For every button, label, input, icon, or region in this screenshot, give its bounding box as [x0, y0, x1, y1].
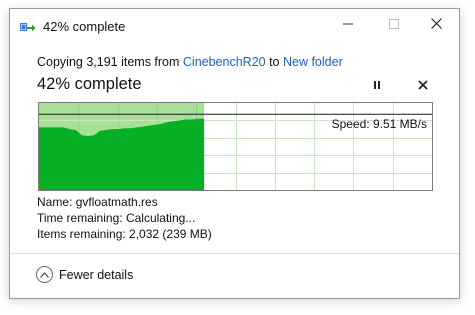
cancel-icon — [418, 77, 428, 95]
file-name-label: Name: — [37, 195, 73, 209]
speed-label: Speed: 9.51 MB/s — [331, 117, 427, 131]
speed-area — [39, 118, 205, 190]
items-remaining-value: 2,032 (239 MB) — [129, 227, 212, 241]
fewer-details-button[interactable]: Fewer details — [36, 266, 133, 283]
close-icon — [430, 16, 442, 34]
close-button[interactable] — [413, 9, 459, 41]
pause-icon — [372, 77, 382, 95]
chevron-up-icon — [36, 266, 53, 283]
destination-folder-link[interactable]: New folder — [283, 55, 343, 69]
copy-middle: to — [265, 55, 283, 69]
details-panel: Name: gvfloatmath.res Time remaining: Ca… — [37, 194, 212, 242]
minimize-button[interactable] — [325, 9, 371, 41]
file-name-value: gvfloatmath.res — [75, 195, 158, 209]
time-remaining-value: Calculating... — [125, 211, 196, 225]
cancel-button[interactable] — [414, 77, 432, 95]
copy-progress-dialog: 42% complete Copying 3,191 items from Ci… — [9, 8, 460, 299]
maximize-icon — [389, 16, 399, 34]
items-remaining-row: Items remaining: 2,032 (239 MB) — [37, 226, 212, 242]
source-folder-link[interactable]: CinebenchR20 — [183, 55, 266, 69]
window-title: 42% complete — [43, 19, 126, 34]
progress-heading: 42% complete — [37, 75, 142, 93]
maximize-button[interactable] — [371, 9, 417, 41]
minimize-icon — [343, 16, 353, 34]
transfer-speed-graph: Speed: 9.51 MB/s — [38, 102, 433, 191]
footer-divider — [10, 253, 459, 254]
file-copy-icon — [20, 21, 36, 33]
fewer-details-label: Fewer details — [59, 267, 134, 282]
copy-prefix: Copying 3,191 items from — [37, 55, 183, 69]
pause-button[interactable] — [368, 77, 386, 95]
time-remaining-row: Time remaining: Calculating... — [37, 210, 212, 226]
title-bar[interactable]: 42% complete — [10, 9, 459, 45]
items-remaining-label: Items remaining: — [37, 227, 126, 241]
copy-description: Copying 3,191 items from CinebenchR20 to… — [37, 55, 343, 69]
time-remaining-label: Time remaining: — [37, 211, 123, 225]
file-name-row: Name: gvfloatmath.res — [37, 194, 212, 210]
